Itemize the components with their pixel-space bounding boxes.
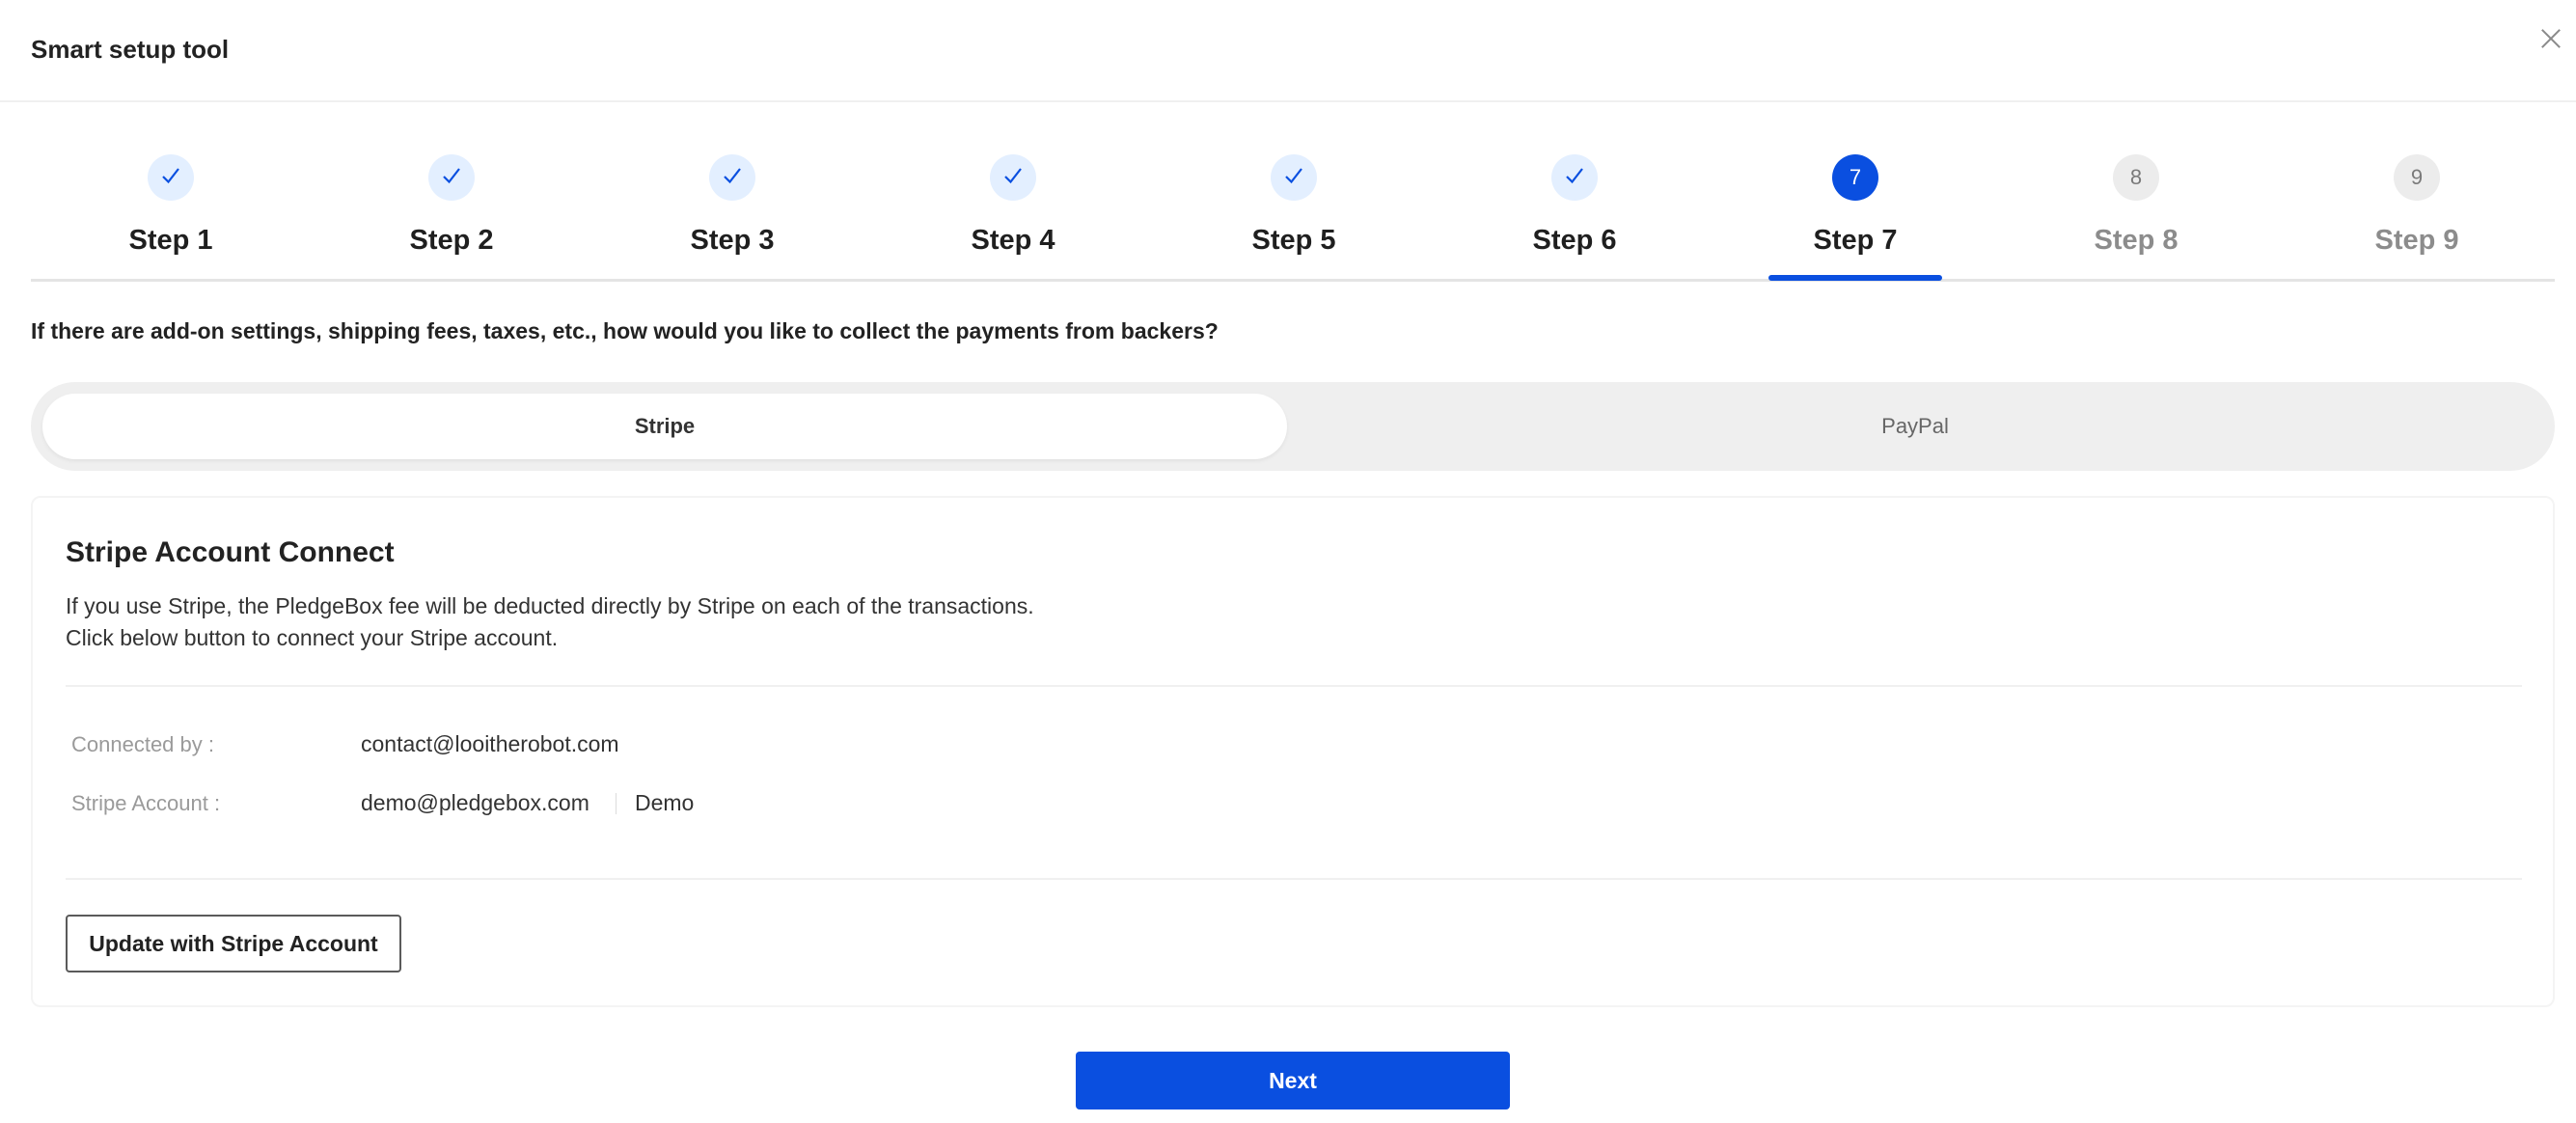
stripe-option[interactable]: Stripe	[42, 394, 1287, 459]
divider	[66, 878, 2522, 880]
card-title: Stripe Account Connect	[66, 536, 395, 568]
step-5[interactable]: Step 5	[1154, 102, 1434, 282]
stripe-connect-card: Stripe Account Connect If you use Stripe…	[31, 496, 2555, 1007]
step-number-badge: 7	[1832, 154, 1878, 201]
step-label: Step 4	[971, 225, 1055, 256]
check-icon	[1551, 154, 1598, 201]
step-label: Step 6	[1532, 225, 1617, 256]
step-8[interactable]: 8 Step 8	[1996, 102, 2276, 282]
update-stripe-account-button[interactable]: Update with Stripe Account	[66, 915, 401, 972]
value-separator	[616, 793, 617, 814]
step-label: Step 9	[2374, 225, 2459, 256]
step-label: Step 2	[409, 225, 494, 256]
paypal-option[interactable]: PayPal	[1287, 394, 2543, 459]
check-icon	[1271, 154, 1317, 201]
description-line-2: Click below button to connect your Strip…	[66, 625, 559, 650]
check-icon	[428, 154, 475, 201]
step-7[interactable]: 7 Step 7	[1715, 102, 1995, 282]
stepper: Step 1 Step 2 Step 3 Step 4 Step 5 Step 6 7 Ste…	[31, 102, 2555, 282]
step-1[interactable]: Step 1	[31, 102, 311, 282]
stripe-account-label: Stripe Account :	[71, 791, 221, 815]
stripe-account-email: demo@pledgebox.com	[361, 790, 589, 815]
card-description: If you use Stripe, the PledgeBox fee wil…	[66, 590, 1034, 654]
stripe-account-name: Demo	[635, 790, 695, 815]
step-6[interactable]: Step 6	[1435, 102, 1714, 282]
payment-question: If there are add-on settings, shipping f…	[31, 318, 1219, 343]
next-button[interactable]: Next	[1076, 1052, 1510, 1109]
step-9[interactable]: 9 Step 9	[2277, 102, 2557, 282]
close-icon[interactable]	[2537, 25, 2564, 52]
active-step-indicator	[1768, 275, 1942, 281]
step-2[interactable]: Step 2	[312, 102, 591, 282]
step-label: Step 1	[128, 225, 213, 256]
connected-by-label: Connected by :	[71, 732, 214, 756]
step-label: Step 7	[1813, 225, 1898, 256]
step-label: Step 8	[2094, 225, 2179, 256]
step-4[interactable]: Step 4	[873, 102, 1153, 282]
divider	[66, 685, 2522, 687]
step-number-badge: 9	[2394, 154, 2440, 201]
connected-by-value: contact@looitherobot.com	[361, 731, 619, 756]
check-icon	[148, 154, 194, 201]
step-label: Step 3	[690, 225, 775, 256]
step-label: Step 5	[1251, 225, 1336, 256]
step-number-badge: 8	[2113, 154, 2159, 201]
dialog-title: Smart setup tool	[31, 35, 230, 64]
payment-method-toggle: Stripe PayPal	[31, 382, 2555, 471]
description-line-1: If you use Stripe, the PledgeBox fee wil…	[66, 593, 1034, 618]
dialog-header: Smart setup tool	[0, 0, 2576, 102]
check-icon	[990, 154, 1036, 201]
step-3[interactable]: Step 3	[592, 102, 872, 282]
check-icon	[709, 154, 755, 201]
